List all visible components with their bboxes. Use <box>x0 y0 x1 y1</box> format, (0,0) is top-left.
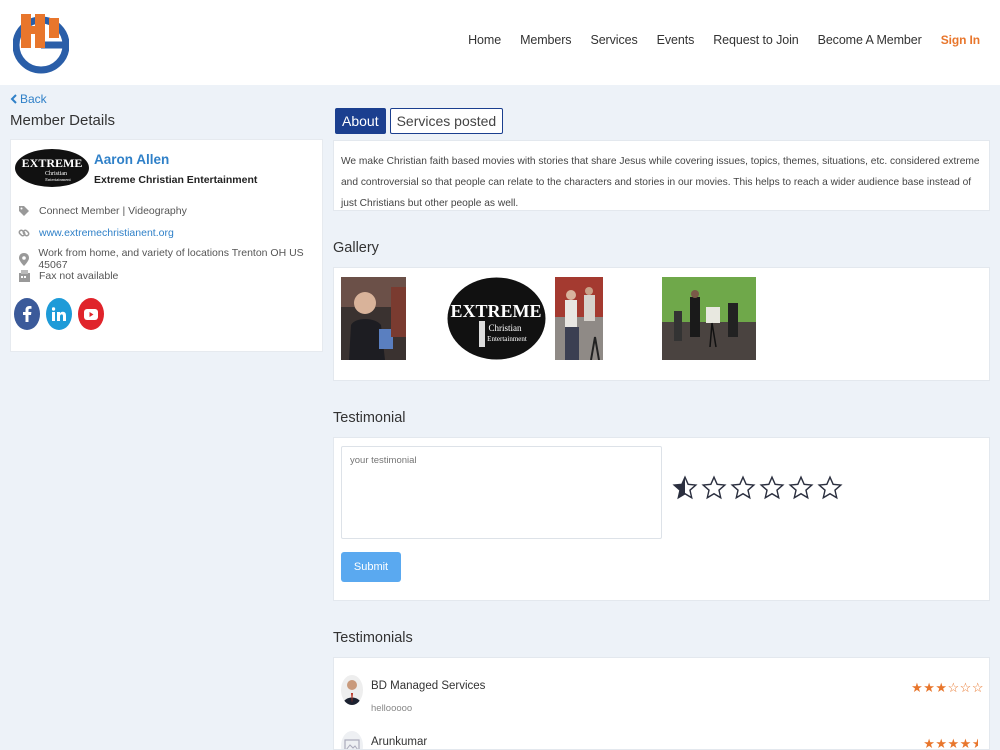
half-star-icon[interactable] <box>672 474 698 502</box>
star-icon: ★★★★ <box>923 736 972 750</box>
empty-star-icon[interactable] <box>759 474 785 502</box>
empty-star-icon[interactable] <box>730 474 756 502</box>
svg-text:Entertainment: Entertainment <box>487 335 527 343</box>
empty-star-icon[interactable] <box>701 474 727 502</box>
tab-about[interactable]: About <box>335 108 386 134</box>
submit-button[interactable]: Submit <box>341 552 401 582</box>
sign-in-link[interactable]: Sign In <box>941 33 980 47</box>
empty-star-icon[interactable] <box>788 474 814 502</box>
testimonials-list: BD Managed Services hellooooo ★★★☆☆☆ Aru… <box>333 657 990 750</box>
empty-star-icon[interactable] <box>817 474 843 502</box>
facebook-icon[interactable] <box>14 298 40 330</box>
gallery-panel: EXTREME Christian Entertainment <box>333 267 990 381</box>
member-location: Work from home, and variety of locations… <box>38 247 304 271</box>
about-panel: We make Christian faith based movies wit… <box>333 140 990 211</box>
half-star-icon: ★ <box>971 736 984 750</box>
category-row: Connect Member | Videography <box>17 204 187 218</box>
member-name[interactable]: Aaron Allen <box>94 152 169 167</box>
testimonial-item: BD Managed Services hellooooo ★★★☆☆☆ <box>334 665 989 715</box>
svg-text:EXTREME: EXTREME <box>22 156 83 170</box>
member-website[interactable]: www.extremechristianent.org <box>39 227 174 239</box>
gallery-image[interactable]: EXTREME Christian Entertainment <box>447 277 546 360</box>
tab-services-posted[interactable]: Services posted <box>389 108 504 134</box>
linkedin-icon[interactable] <box>46 298 72 330</box>
member-category: Connect Member | Videography <box>39 205 187 217</box>
member-card: EXTREME Christian Entertainment Aaron Al… <box>10 139 323 352</box>
testimonial-item: Arunkumar ★★★★★ <box>334 721 989 750</box>
testimonials-title: Testimonials <box>333 630 413 646</box>
testimonial-author: Arunkumar <box>371 736 428 748</box>
member-details-title: Member Details <box>10 112 116 129</box>
testimonial-rating: ★★★★★ <box>923 736 984 750</box>
fax-row: Fax not available <box>17 269 118 283</box>
gallery-image[interactable] <box>341 277 406 360</box>
social-links <box>14 298 104 330</box>
youtube-icon[interactable] <box>78 298 104 330</box>
nav-members[interactable]: Members <box>520 33 572 47</box>
about-text: We make Christian faith based movies wit… <box>341 156 980 209</box>
location-row: Work from home, and variety of locations… <box>17 247 322 271</box>
star-icon: ★★★ <box>911 680 948 695</box>
rating-stars[interactable] <box>672 474 843 502</box>
testimonial-text: hellooooo <box>371 703 413 714</box>
nav-request-to-join[interactable]: Request to Join <box>713 33 798 47</box>
site-header: Home Members Services Events Request to … <box>0 0 1000 85</box>
empty-star-icon: ☆☆☆ <box>947 680 984 695</box>
member-company: Extreme Christian Entertainment <box>94 174 258 186</box>
svg-text:Christian: Christian <box>489 323 522 333</box>
testimonial-rating: ★★★☆☆☆ <box>911 680 984 696</box>
link-icon <box>17 226 31 240</box>
testimonial-form: Submit <box>333 437 990 601</box>
chevron-left-icon <box>10 94 17 104</box>
testimonial-author: BD Managed Services <box>371 680 486 692</box>
website-row: www.extremechristianent.org <box>17 226 174 240</box>
main-nav: Home Members Services Events Request to … <box>449 33 980 47</box>
svg-text:Entertainment: Entertainment <box>45 177 71 182</box>
nav-events[interactable]: Events <box>657 33 695 47</box>
member-fax: Fax not available <box>39 270 119 282</box>
svg-text:EXTREME: EXTREME <box>450 301 541 321</box>
profile-tabs: About Services posted <box>335 108 504 134</box>
map-pin-icon <box>17 252 30 266</box>
avatar-placeholder-icon <box>341 731 363 749</box>
nav-home[interactable]: Home <box>468 33 501 47</box>
nav-become-a-member[interactable]: Become A Member <box>818 33 922 47</box>
fax-icon <box>17 269 31 283</box>
avatar <box>341 675 363 705</box>
company-logo: EXTREME Christian Entertainment <box>15 149 89 187</box>
nav-services[interactable]: Services <box>590 33 637 47</box>
testimonial-title: Testimonial <box>333 410 406 426</box>
gallery-image[interactable] <box>662 277 756 360</box>
back-link[interactable]: Back <box>10 92 47 106</box>
testimonial-input[interactable] <box>341 446 662 539</box>
tag-icon <box>17 204 31 218</box>
site-logo[interactable] <box>13 8 69 78</box>
back-label: Back <box>20 92 47 106</box>
gallery-title: Gallery <box>333 240 379 256</box>
gallery-image[interactable] <box>555 277 603 360</box>
